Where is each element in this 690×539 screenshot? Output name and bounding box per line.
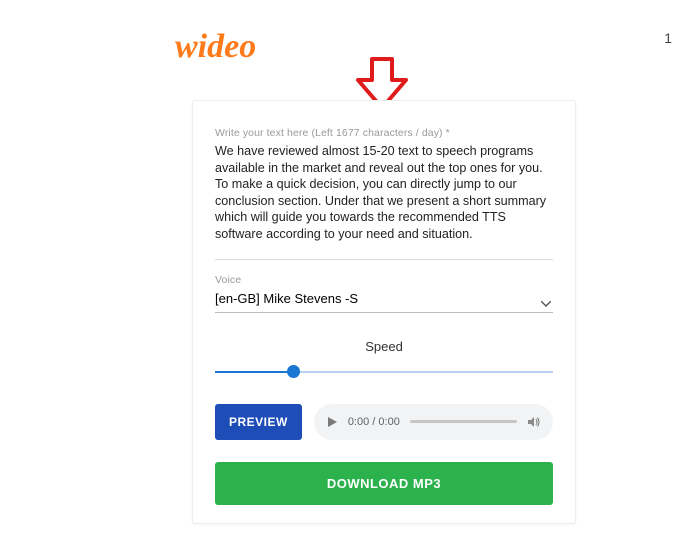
preview-button[interactable]: PREVIEW	[215, 404, 302, 440]
divider	[215, 259, 553, 260]
voice-select[interactable]: [en-GB] Mike Stevens -S	[215, 290, 553, 313]
chevron-down-icon	[541, 294, 551, 312]
text-input[interactable]: We have reviewed almost 15-20 text to sp…	[215, 143, 553, 243]
download-mp3-button[interactable]: DOWNLOAD MP3	[215, 462, 553, 505]
speed-slider[interactable]	[215, 371, 553, 373]
audio-progress-track[interactable]	[410, 420, 517, 423]
audio-player[interactable]: 0:00 / 0:00	[314, 404, 553, 440]
play-icon[interactable]	[326, 416, 338, 428]
audio-time-display: 0:00 / 0:00	[348, 416, 400, 428]
voice-selected-value: [en-GB] Mike Stevens -S	[215, 291, 358, 306]
voice-label: Voice	[215, 274, 553, 286]
volume-icon[interactable]	[527, 415, 541, 429]
tts-form-card: Write your text here (Left 1677 characte…	[192, 100, 576, 524]
brand-logo: wideo	[175, 28, 256, 66]
header-right-text: 1	[664, 30, 672, 46]
speed-label: Speed	[215, 339, 553, 354]
text-field-label: Write your text here (Left 1677 characte…	[215, 127, 553, 139]
